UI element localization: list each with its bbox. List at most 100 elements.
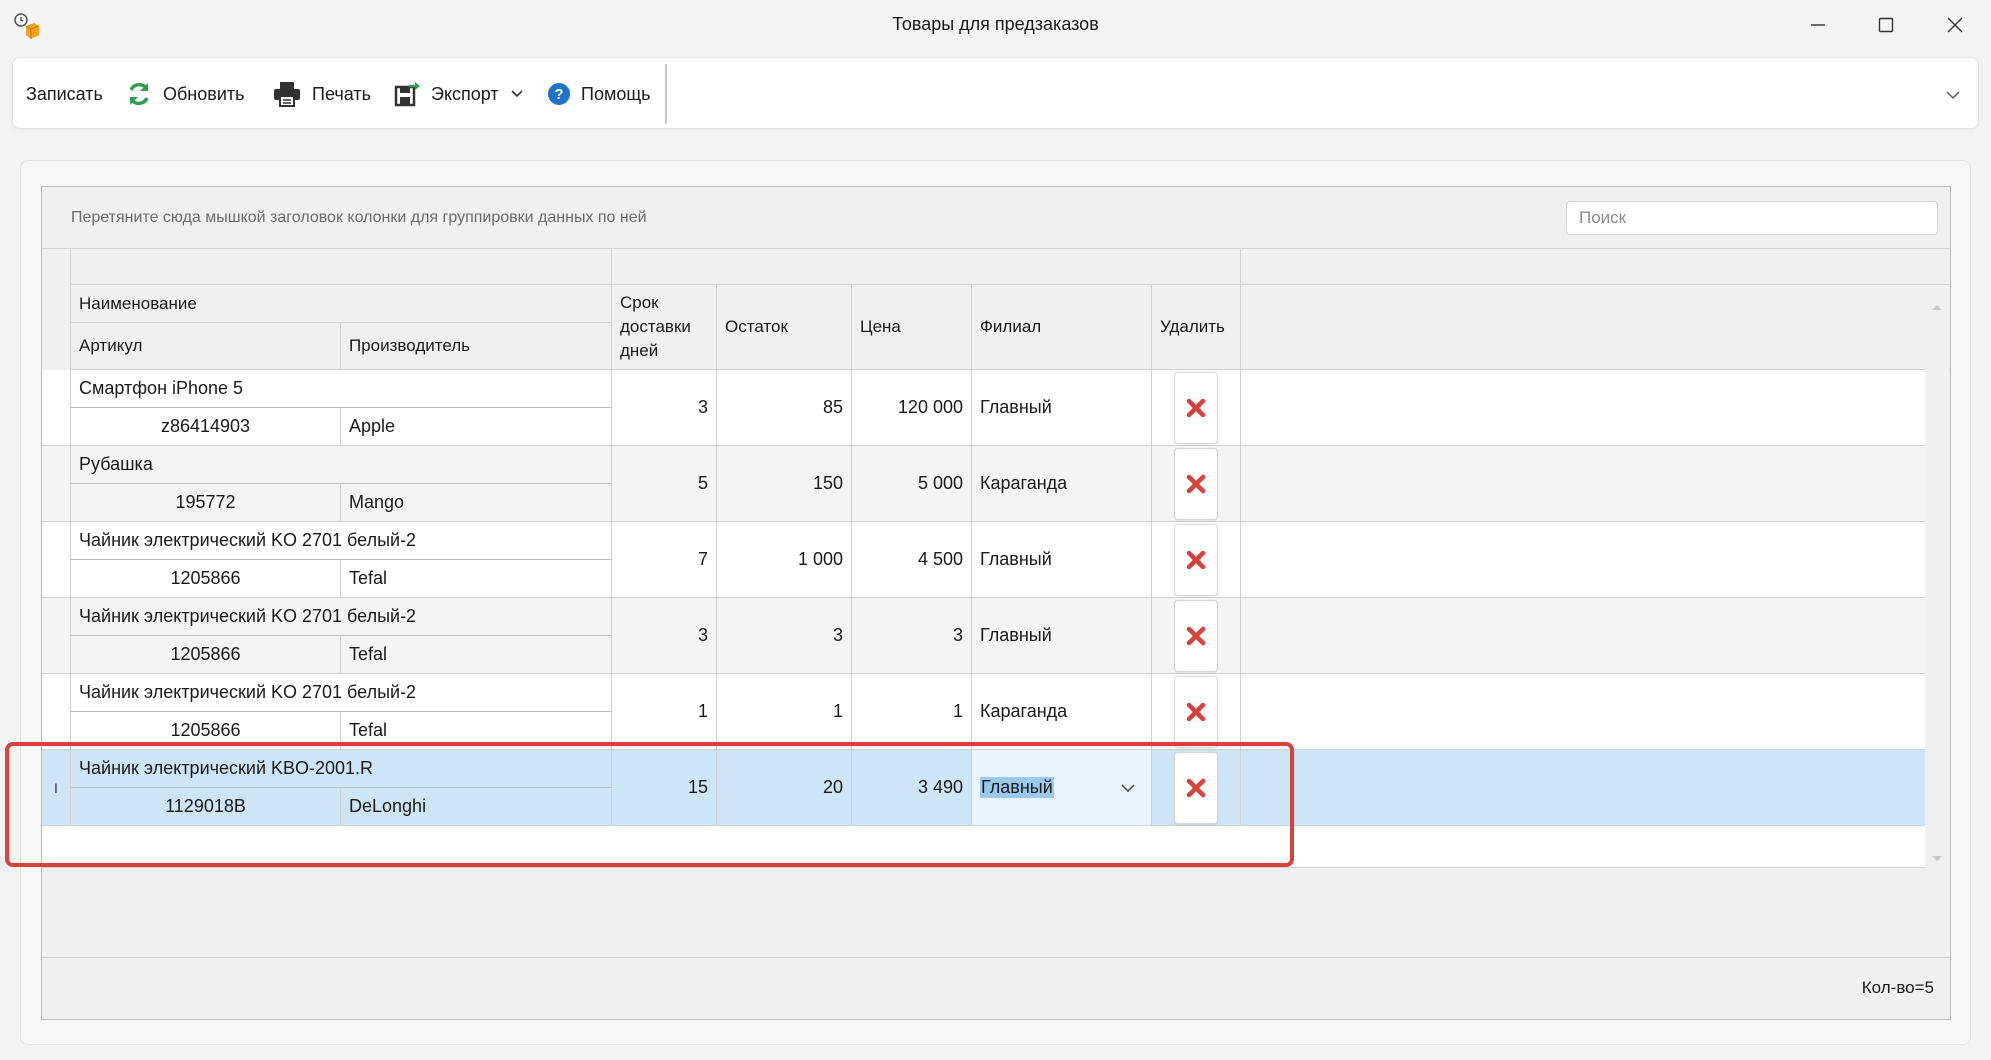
- row-indicator[interactable]: [42, 446, 71, 522]
- table-row-selected[interactable]: I Чайник электрический KBO-2001.R 112901…: [42, 750, 1925, 826]
- column-header-branch[interactable]: Филиал: [972, 285, 1152, 370]
- refresh-button[interactable]: Обновить: [125, 58, 245, 130]
- column-header-delivery[interactable]: Срок доставки дней: [612, 285, 717, 370]
- maximize-icon: [1878, 17, 1894, 33]
- group-panel[interactable]: Перетяните сюда мышкой заголовок колонки…: [42, 187, 1950, 249]
- help-button[interactable]: ? Помощь: [547, 58, 651, 130]
- row-editing-indicator[interactable]: I: [42, 750, 71, 826]
- cell-price[interactable]: 3 490: [852, 750, 972, 826]
- row-indicator[interactable]: [42, 522, 71, 598]
- cell-price[interactable]: 5 000: [852, 446, 972, 522]
- cell-delivery[interactable]: 3: [612, 370, 717, 446]
- cell-stock[interactable]: 3: [717, 598, 852, 674]
- cell-delivery[interactable]: 1: [612, 674, 717, 750]
- cell-branch[interactable]: Главный: [972, 522, 1152, 598]
- cell-name[interactable]: Чайник электрический KO 2701 белый-2: [71, 674, 612, 712]
- column-header-price[interactable]: Цена: [852, 285, 972, 370]
- data-grid: Перетяните сюда мышкой заголовок колонки…: [41, 186, 1951, 1020]
- row-indicator[interactable]: [42, 674, 71, 750]
- print-button[interactable]: Печать: [272, 58, 371, 130]
- cell-manufacturer[interactable]: Tefal: [341, 712, 612, 750]
- vertical-scrollbar[interactable]: [1925, 297, 1949, 869]
- column-header-stock[interactable]: Остаток: [717, 285, 852, 370]
- delete-row-button[interactable]: [1174, 752, 1218, 824]
- cell-article[interactable]: 1205866: [71, 712, 341, 750]
- cell-name[interactable]: Смартфон iPhone 5: [71, 370, 612, 408]
- row-indicator[interactable]: [42, 370, 71, 446]
- refresh-icon: [129, 82, 149, 106]
- cell-manufacturer[interactable]: Apple: [341, 408, 612, 446]
- cell-article[interactable]: 1129018B: [71, 788, 341, 826]
- cell-stock[interactable]: 1: [717, 674, 852, 750]
- cell-stock[interactable]: 150: [717, 446, 852, 522]
- minimize-button[interactable]: [1788, 6, 1848, 44]
- column-header-name[interactable]: Наименование: [71, 285, 612, 323]
- search-input[interactable]: [1566, 201, 1938, 235]
- delete-icon: [1186, 778, 1206, 798]
- maximize-button[interactable]: [1856, 6, 1916, 44]
- cell-name[interactable]: Рубашка: [71, 446, 612, 484]
- cell-article[interactable]: 1205866: [71, 636, 341, 674]
- table-row[interactable]: Чайник электрический KO 2701 белый-2 120…: [42, 598, 1925, 674]
- close-window-button[interactable]: [1925, 6, 1985, 44]
- column-header-delete[interactable]: Удалить: [1152, 285, 1241, 370]
- cell-delivery[interactable]: 3: [612, 598, 717, 674]
- cell-manufacturer[interactable]: Tefal: [341, 636, 612, 674]
- cell-article[interactable]: z86414903: [71, 408, 341, 446]
- cell-article[interactable]: 1205866: [71, 560, 341, 598]
- help-icon: ?: [548, 83, 570, 105]
- cell-delivery[interactable]: 5: [612, 446, 717, 522]
- column-header-article[interactable]: Артикул: [71, 323, 341, 370]
- window-title: Товары для предзаказов: [892, 14, 1099, 34]
- table-row[interactable]: Смартфон iPhone 5 z86414903 Apple 3 85 1…: [42, 370, 1925, 446]
- delete-row-button[interactable]: [1174, 524, 1218, 596]
- cell-filler: [1241, 522, 1925, 598]
- table-row[interactable]: Чайник электрический KO 2701 белый-2 120…: [42, 674, 1925, 750]
- cell-price[interactable]: 120 000: [852, 370, 972, 446]
- export-dropdown[interactable]: Экспорт: [393, 58, 525, 130]
- delete-icon: [1186, 626, 1206, 646]
- cell-branch[interactable]: Караганда: [972, 446, 1152, 522]
- cell-delivery[interactable]: 7: [612, 522, 717, 598]
- cell-stock[interactable]: 85: [717, 370, 852, 446]
- row-indicator[interactable]: [42, 598, 71, 674]
- cell-manufacturer[interactable]: Tefal: [341, 560, 612, 598]
- cell-manufacturer[interactable]: Mango: [341, 484, 612, 522]
- delete-row-button[interactable]: [1174, 372, 1218, 444]
- column-header-manufacturer[interactable]: Производитель: [341, 323, 612, 370]
- cell-branch[interactable]: Главный: [972, 598, 1152, 674]
- band-header-empty: [1241, 249, 1950, 285]
- cell-name[interactable]: Чайник электрический KO 2701 белый-2: [71, 522, 612, 560]
- new-row-area[interactable]: [42, 826, 1925, 868]
- grid-footer: Кол-во=5: [42, 957, 1950, 1019]
- delete-row-button[interactable]: [1174, 600, 1218, 672]
- scroll-up-icon[interactable]: [1925, 299, 1949, 315]
- cell-name[interactable]: Чайник электрический KBO-2001.R: [71, 750, 612, 788]
- delete-icon: [1186, 474, 1206, 494]
- scroll-down-icon[interactable]: [1925, 851, 1949, 867]
- cell-article[interactable]: 195772: [71, 484, 341, 522]
- save-button[interactable]: Записать: [26, 58, 103, 130]
- cell-filler: [1241, 370, 1925, 446]
- table-row[interactable]: Рубашка 195772 Mango 5 150 5 000 Караган…: [42, 446, 1925, 522]
- cell-branch[interactable]: Караганда: [972, 674, 1152, 750]
- cell-price[interactable]: 4 500: [852, 522, 972, 598]
- cell-manufacturer[interactable]: DeLonghi: [341, 788, 612, 826]
- cell-branch[interactable]: Главный: [972, 370, 1152, 446]
- cell-price[interactable]: 1: [852, 674, 972, 750]
- delete-row-button[interactable]: [1174, 448, 1218, 520]
- band-header-details: [612, 249, 1241, 285]
- print-label: Печать: [312, 83, 371, 104]
- chevron-down-icon[interactable]: [1119, 779, 1137, 797]
- cell-stock[interactable]: 1 000: [717, 522, 852, 598]
- table-row[interactable]: Чайник электрический KO 2701 белый-2 120…: [42, 522, 1925, 598]
- column-manufacturer-label: Производитель: [349, 336, 471, 355]
- cell-name[interactable]: Чайник электрический KO 2701 белый-2: [71, 598, 612, 636]
- minimize-icon: [1811, 24, 1825, 26]
- delete-row-button[interactable]: [1174, 676, 1218, 748]
- cell-stock[interactable]: 20: [717, 750, 852, 826]
- toolbar-expand-button[interactable]: [1938, 80, 1968, 110]
- branch-select[interactable]: Главный: [972, 750, 1152, 826]
- cell-price[interactable]: 3: [852, 598, 972, 674]
- cell-delivery[interactable]: 15: [612, 750, 717, 826]
